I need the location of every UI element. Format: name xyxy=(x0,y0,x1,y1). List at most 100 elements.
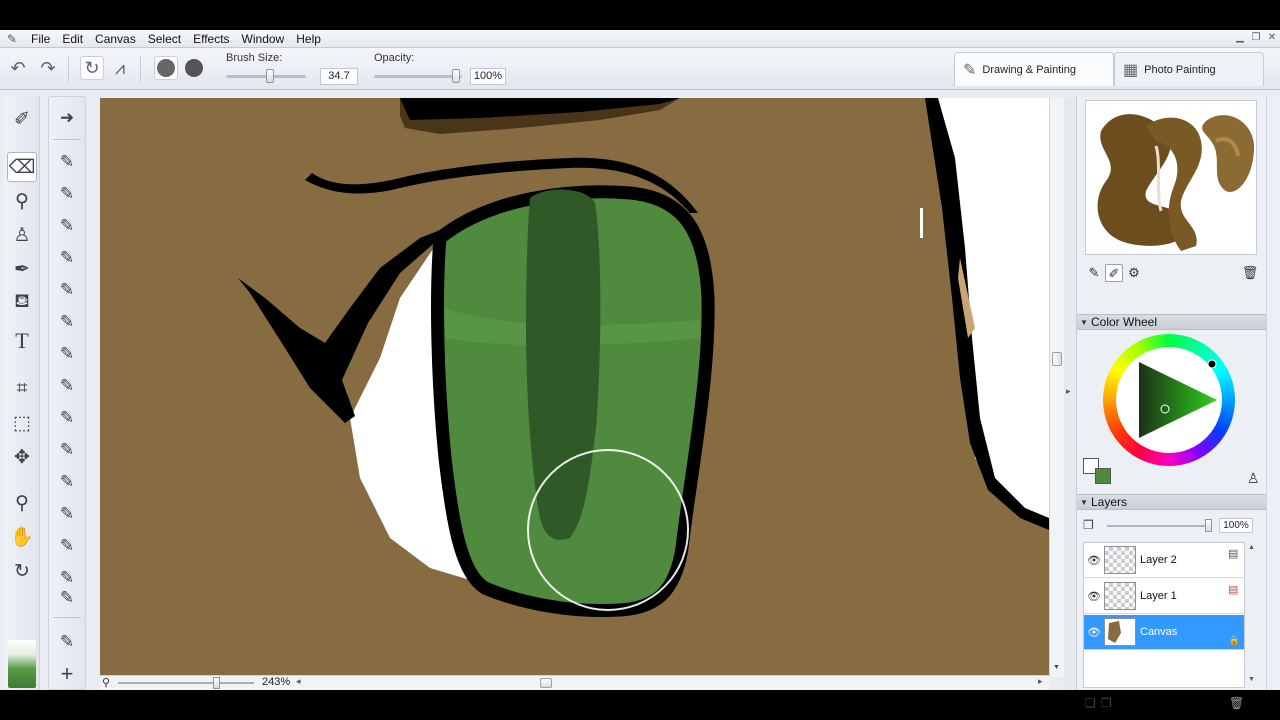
menu-edit[interactable]: Edit xyxy=(56,30,89,48)
straight-line-stroke-icon[interactable]: ⩘ xyxy=(108,56,132,80)
tab-drawing-painting[interactable]: ✎ Drawing & Painting xyxy=(954,52,1114,86)
collapse-panel-icon[interactable]: ▸ xyxy=(1066,386,1071,397)
drawing-canvas[interactable] xyxy=(100,98,1049,677)
column-divider xyxy=(53,139,81,140)
delete-layer-icon[interactable]: 🗑 xyxy=(1229,696,1244,710)
scroll-down-icon[interactable]: ▼ xyxy=(1248,676,1255,683)
scroll-up-icon[interactable]: ▲ xyxy=(1248,544,1255,551)
opacity-field[interactable]: 100% xyxy=(470,68,506,85)
brush-variant-2-icon[interactable]: ✎ xyxy=(52,179,82,209)
brush-icon[interactable]: ✎ xyxy=(1085,264,1103,282)
brush-preview xyxy=(1085,100,1257,255)
brush-variant-11-icon[interactable]: ✎ xyxy=(52,467,82,497)
menu-help[interactable]: Help xyxy=(290,30,327,48)
menu-canvas[interactable]: Canvas xyxy=(89,30,142,48)
layer-row[interactable]: 👁 Layer 1 ▤ xyxy=(1084,579,1244,614)
round-brush-tip-icon[interactable] xyxy=(154,56,178,80)
menu-select[interactable]: Select xyxy=(142,30,187,48)
menu-effects[interactable]: Effects xyxy=(187,30,235,48)
minimize-icon[interactable]: ▁ xyxy=(1232,31,1248,45)
rect-select-icon[interactable]: ⬚ xyxy=(7,408,37,438)
opacity-slider-track[interactable] xyxy=(374,75,462,78)
freehand-stroke-icon[interactable]: ↻ xyxy=(80,56,104,80)
visibility-eye-icon[interactable]: 👁 xyxy=(1087,626,1101,639)
layer-scrollbar[interactable]: ▲ ▼ xyxy=(1245,542,1259,688)
close-icon[interactable]: ✕ xyxy=(1264,31,1280,45)
zoom-slider-thumb[interactable] xyxy=(213,677,220,689)
brush-tool-icon[interactable]: ✐ xyxy=(7,104,37,134)
hand-tool-icon[interactable]: ✋ xyxy=(7,522,37,552)
brush-variant-5-icon[interactable]: ✎ xyxy=(52,275,82,305)
brush-size-slider-thumb[interactable] xyxy=(266,69,274,83)
layer-opacity-slider-thumb[interactable] xyxy=(1205,519,1212,532)
visibility-eye-icon[interactable]: 👁 xyxy=(1087,590,1101,603)
panel-splitter[interactable]: ▸ xyxy=(1064,98,1076,690)
opacity-slider-thumb[interactable] xyxy=(452,69,460,83)
scroll-down-icon[interactable]: ▼ xyxy=(1053,664,1060,671)
blender-tool-icon[interactable]: ⚲ xyxy=(7,186,37,216)
brush-variant-15-icon[interactable]: ✎ xyxy=(52,583,82,613)
trash-icon[interactable]: 🗑 xyxy=(1241,264,1259,282)
brush-variant-12-icon[interactable]: ✎ xyxy=(52,499,82,529)
color-wheel[interactable] xyxy=(1103,334,1235,466)
brush-variant-3-icon[interactable]: ✎ xyxy=(52,211,82,241)
brush-settings-icon[interactable]: ✐ xyxy=(1105,264,1123,282)
dropper-icon[interactable]: ✒ xyxy=(7,254,37,284)
menu-file[interactable]: File xyxy=(25,30,56,48)
menu-window[interactable]: Window xyxy=(236,30,291,48)
brush-variant-10-icon[interactable]: ✎ xyxy=(52,435,82,465)
app-logo-icon: ✎ xyxy=(6,31,18,46)
brush-variant-9-icon[interactable]: ✎ xyxy=(52,403,82,433)
new-layer-icon[interactable]: ❏ xyxy=(1085,696,1096,710)
paint-bucket-icon[interactable]: ⛾ xyxy=(7,288,37,318)
eraser-tool-icon[interactable]: ⌫ xyxy=(7,152,37,182)
current-brush-swatch[interactable] xyxy=(8,640,36,688)
brush-variant-1-icon[interactable]: ✎ xyxy=(52,147,82,177)
transform-tool-icon[interactable]: ✥ xyxy=(7,442,37,472)
vertical-scrollbar[interactable]: ▼ xyxy=(1049,98,1064,677)
horizontal-scrollbar[interactable]: ⚲ ◂ ▸ xyxy=(100,675,1049,690)
layer-row[interactable]: 👁 Layer 2 ▤ xyxy=(1084,543,1244,578)
scroll-left-icon[interactable]: ◂ xyxy=(296,676,301,687)
brush-size-field[interactable]: 34.7 xyxy=(320,68,358,85)
color-wheel-header[interactable]: ▼ Color Wheel xyxy=(1077,314,1267,330)
layer-row-selected[interactable]: 👁 Canvas 🔒 xyxy=(1084,615,1244,650)
layers-header[interactable]: ▼ Layers xyxy=(1077,494,1267,510)
layer-actions: ❏ ❐ 🗑 xyxy=(1077,696,1267,712)
brush-variant-custom-icon[interactable]: ✎ xyxy=(52,627,82,657)
color-swatches[interactable] xyxy=(1083,458,1117,490)
color-picker-icon[interactable]: ♙ xyxy=(1247,470,1260,487)
zoom-tool-icon[interactable]: ⚲ xyxy=(7,488,37,518)
primary-color-swatch[interactable] xyxy=(1095,468,1111,484)
zoom-icon[interactable]: ⚲ xyxy=(102,676,110,689)
text-tool-icon[interactable]: T xyxy=(7,326,37,356)
brush-variant-13-icon[interactable]: ✎ xyxy=(52,531,82,561)
toolbar-divider xyxy=(140,56,141,82)
vertical-scroll-thumb[interactable] xyxy=(1052,352,1062,366)
restore-icon[interactable]: ❐ xyxy=(1248,31,1264,45)
brush-options-icon[interactable]: ⚙ xyxy=(1125,264,1143,282)
layer-stack-icon: ▤ xyxy=(1228,548,1239,560)
undo-icon[interactable]: ↶ xyxy=(6,56,30,80)
layer-opacity-field[interactable]: 100% xyxy=(1219,518,1253,533)
crop-tool-icon[interactable]: ⌗ xyxy=(7,374,37,404)
add-brush-icon[interactable]: + xyxy=(52,659,82,689)
layer-group-icon[interactable]: ❐ xyxy=(1101,696,1112,710)
brush-variant-7-icon[interactable]: ✎ xyxy=(52,339,82,369)
brush-variant-4-icon[interactable]: ✎ xyxy=(52,243,82,273)
layer-properties-icon[interactable]: ❐ xyxy=(1083,518,1094,532)
clone-stamp-icon[interactable]: ♙ xyxy=(7,220,37,250)
brush-variant-6-icon[interactable]: ✎ xyxy=(52,307,82,337)
redo-icon[interactable]: ↷ xyxy=(36,56,60,80)
brush-toolbar: ✎ ✐ ⚙ 🗑 xyxy=(1077,262,1267,284)
horizontal-scroll-thumb[interactable] xyxy=(540,678,552,688)
zoom-slider-track[interactable] xyxy=(118,682,254,684)
scroll-right-icon[interactable]: ▸ xyxy=(1038,676,1043,687)
soft-brush-tip-icon[interactable] xyxy=(182,56,206,80)
tab-photo-painting[interactable]: ▦ Photo Painting xyxy=(1114,52,1264,86)
layer-opacity-slider-track[interactable] xyxy=(1107,525,1209,527)
rotate-canvas-icon[interactable]: ↻ xyxy=(7,556,37,586)
expand-arrow-icon[interactable]: ➜ xyxy=(52,103,82,133)
visibility-eye-icon[interactable]: 👁 xyxy=(1087,554,1101,567)
brush-variant-8-icon[interactable]: ✎ xyxy=(52,371,82,401)
